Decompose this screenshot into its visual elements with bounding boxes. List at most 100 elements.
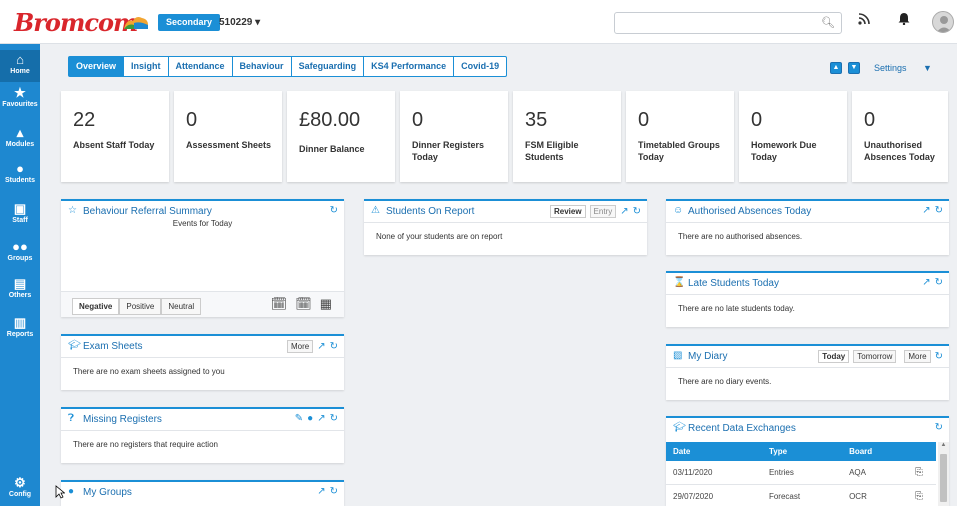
refresh-icon[interactable]: ↻ <box>633 206 641 217</box>
collapse-icon[interactable]: ↗ <box>922 277 930 288</box>
tab-covid-19[interactable]: Covid-19 <box>454 57 506 76</box>
tomorrow-toggle[interactable]: Tomorrow <box>853 350 897 363</box>
search-input[interactable]: 🔍︎ <box>614 12 842 34</box>
table-row[interactable]: 03/11/2020 Entries AQA ⎘ <box>666 461 936 485</box>
sidebar-item-reports[interactable]: ▥ Reports <box>0 316 40 339</box>
panel-title: Students On Report <box>386 206 475 217</box>
collapse-icon[interactable]: ↗ <box>620 206 628 217</box>
empty-message: There are no registers that require acti… <box>73 440 218 449</box>
tab-behaviour[interactable]: Behaviour <box>233 57 292 76</box>
kpi-assessment-sheets[interactable]: 0 Assessment Sheets <box>174 91 282 182</box>
user-avatar[interactable] <box>932 11 954 33</box>
diary-icon: ▧ <box>673 350 683 361</box>
collapse-icon[interactable]: ↗ <box>317 341 325 352</box>
sidebar-item-label: Reports <box>6 331 34 338</box>
kpi-homework-due[interactable]: 0 Homework Due Today <box>739 91 847 182</box>
refresh-icon[interactable]: ↻ <box>935 277 943 288</box>
collapse-icon[interactable]: ↗ <box>317 486 325 497</box>
school-selector[interactable]: 510229 ▾ <box>219 17 260 28</box>
refresh-icon[interactable]: ↻ <box>330 413 338 424</box>
kpi-fsm-eligible[interactable]: 35 FSM Eligible Students <box>513 91 621 182</box>
kpi-value: £80.00 <box>299 109 361 131</box>
graduation-cap-icon: 🎓︎ <box>68 340 81 351</box>
sidebar-item-students[interactable]: ● Students <box>0 162 40 185</box>
sidebar-item-favourites[interactable]: ★ Favourites <box>0 86 40 109</box>
today-toggle[interactable]: Today <box>818 350 850 363</box>
search-icon[interactable]: 🔍︎ <box>821 16 835 29</box>
tab-overview[interactable]: Overview <box>69 57 125 76</box>
kpi-timetabled-groups[interactable]: 0 Timetabled Groups Today <box>626 91 734 182</box>
phase-badge[interactable]: Secondary <box>158 14 221 31</box>
star-outline-icon: ☆ <box>68 205 77 216</box>
refresh-icon[interactable]: ↻ <box>935 422 943 433</box>
kpi-unauthorised-absences[interactable]: 0 Unauthorised Absences Today <box>852 91 948 182</box>
groups-icon[interactable]: ● <box>307 413 313 424</box>
edit-icon[interactable]: ✎ <box>295 413 303 424</box>
kpi-label: Unauthorised Absences Today <box>864 140 935 162</box>
empty-message: There are no authorised absences. <box>678 232 803 241</box>
refresh-icon[interactable]: ↻ <box>330 341 338 352</box>
copy-icon[interactable]: ⎘ <box>908 461 936 485</box>
collapse-icon[interactable]: ↗ <box>317 413 325 424</box>
sidebar-item-modules[interactable]: ▴ Modules <box>0 125 40 149</box>
panel-behaviour-referral-summary: ☆ Behaviour Referral Summary ↻ Events fo… <box>61 199 344 317</box>
modules-icon: ▴ <box>16 125 24 140</box>
sidebar-item-groups[interactable]: ●● Groups <box>0 240 40 263</box>
kpi-dinner-registers[interactable]: 0 Dinner Registers Today <box>400 91 508 182</box>
tab-ks4-performance[interactable]: KS4 Performance <box>364 57 455 76</box>
filter-negative-button[interactable]: Negative <box>72 298 120 315</box>
column-header-date[interactable]: Date <box>666 442 762 461</box>
sidebar-item-others[interactable]: ▤ Others <box>0 277 40 300</box>
column-header-board[interactable]: Board <box>842 442 908 461</box>
mouse-cursor-icon <box>55 485 65 499</box>
scrollbar[interactable]: ▲ <box>938 442 949 506</box>
refresh-icon[interactable]: ↻ <box>935 205 943 216</box>
kpi-label: Timetabled Groups Today <box>638 140 720 162</box>
bromcom-logo[interactable]: Bromcom <box>14 8 138 37</box>
collapse-up-icon[interactable]: ▲ <box>830 62 842 74</box>
more-button[interactable]: More <box>286 340 314 353</box>
kpi-value: 0 <box>638 109 650 131</box>
panel-title: Missing Registers <box>83 414 162 425</box>
empty-message: There are no exam sheets assigned to you <box>73 367 225 376</box>
refresh-icon[interactable]: ↻ <box>330 486 338 497</box>
bell-icon[interactable] <box>898 12 910 28</box>
more-button[interactable]: More <box>904 350 931 363</box>
panel-title: Recent Data Exchanges <box>688 423 796 434</box>
review-toggle[interactable]: Review <box>549 205 586 218</box>
sidebar-item-home[interactable]: ⌂ Home <box>0 50 40 82</box>
calendar-minus-icon[interactable]: 🗓︎ <box>295 296 312 312</box>
kpi-label: Assessment Sheets <box>186 140 272 150</box>
kpi-absent-staff[interactable]: 22 Absent Staff Today <box>61 91 169 182</box>
refresh-icon[interactable]: ↻ <box>935 351 943 362</box>
calendar-check-icon[interactable]: 🗓︎ <box>271 296 288 312</box>
tab-attendance[interactable]: Attendance <box>169 57 233 76</box>
collapse-icon[interactable]: ↗ <box>922 205 930 216</box>
panel-exam-sheets: 🎓︎ Exam Sheets More ↗ ↻ There are no exa… <box>61 334 344 390</box>
sidebar-item-config[interactable]: ⚙ Config <box>0 475 40 499</box>
copy-icon[interactable]: ⎘ <box>908 484 936 506</box>
data-exchanges-table: Date Type Board 03/11/2020 Entries AQA ⎘… <box>666 442 936 506</box>
entry-toggle[interactable]: Entry <box>589 205 617 218</box>
settings-menu[interactable]: Settings ▼ <box>874 63 932 73</box>
column-header-type[interactable]: Type <box>761 442 843 461</box>
refresh-icon[interactable]: ↻ <box>330 205 338 216</box>
panel-my-diary: ▧ My Diary Today Tomorrow More ↻ There a… <box>666 344 949 400</box>
kpi-dinner-balance[interactable]: £80.00 Dinner Balance <box>287 91 395 182</box>
tab-insight[interactable]: Insight <box>124 57 169 76</box>
scroll-up-icon[interactable]: ▲ <box>938 442 949 448</box>
sidebar-item-label: Config <box>8 491 32 498</box>
filter-positive-button[interactable]: Positive <box>119 298 162 315</box>
rss-icon[interactable] <box>858 12 871 28</box>
dashboard-tabs: Overview Insight Attendance Behaviour Sa… <box>68 56 508 77</box>
sidebar-item-staff[interactable]: ▣ Staff <box>0 202 40 225</box>
tab-safeguarding[interactable]: Safeguarding <box>292 57 365 76</box>
gear-icon: ⚙ <box>14 475 26 490</box>
calendar-month-icon[interactable]: ▦ <box>320 296 332 312</box>
collapse-down-icon[interactable]: ▼ <box>848 62 860 74</box>
logo-mark-icon <box>124 17 148 29</box>
scrollbar-thumb[interactable] <box>940 454 947 502</box>
panel-title: Late Students Today <box>688 278 779 289</box>
table-row[interactable]: 29/07/2020 Forecast OCR ⎘ <box>666 484 936 506</box>
filter-neutral-button[interactable]: Neutral <box>161 298 202 315</box>
